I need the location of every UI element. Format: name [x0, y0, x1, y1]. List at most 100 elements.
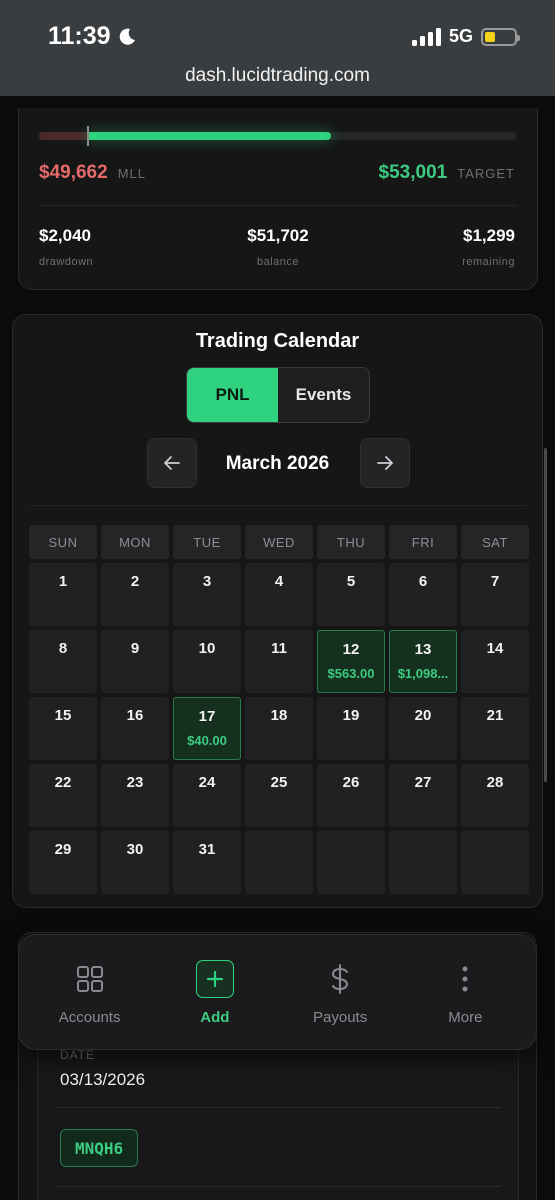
grid-icon [76, 965, 103, 992]
nav-accounts[interactable]: Accounts [35, 959, 145, 1026]
balance-card: $49,662 MLL $53,001 TARGET $2,040 drawdo… [18, 108, 538, 290]
day-number: 9 [130, 640, 140, 657]
weekday-header: SAT [461, 525, 529, 559]
day-number: 18 [270, 707, 288, 724]
day-number: 11 [271, 640, 287, 657]
day-number: 26 [342, 774, 360, 791]
day-number: 24 [198, 774, 216, 791]
network-label: 5G [448, 26, 473, 46]
calendar-divider [29, 505, 526, 506]
calendar-day[interactable]: 11 [245, 630, 313, 693]
calendar-day[interactable]: 3 [173, 563, 241, 626]
status-time: 11:39 [48, 22, 137, 51]
day-number: 25 [270, 774, 288, 791]
calendar-day[interactable]: 16 [101, 697, 169, 760]
mll-group: $49,662 MLL [39, 162, 146, 184]
day-number: 19 [342, 707, 360, 724]
more-vertical-icon [462, 966, 468, 991]
calendar-day[interactable]: 15 [29, 697, 97, 760]
target-progress-bar [39, 126, 517, 146]
day-number: 6 [418, 573, 428, 590]
calendar-day[interactable]: 12 $563.00 [317, 630, 385, 693]
calendar-day[interactable]: 4 [245, 563, 313, 626]
calendar-day[interactable]: 24 [173, 764, 241, 827]
day-number: 1 [58, 573, 68, 590]
detail-divider [57, 1107, 501, 1108]
scrollbar[interactable] [544, 448, 547, 782]
calendar-day[interactable]: 6 [389, 563, 457, 626]
calendar-day[interactable]: 22 [29, 764, 97, 827]
day-number: 10 [198, 640, 216, 657]
next-month-button[interactable] [360, 438, 410, 488]
calendar-day[interactable]: 21 [461, 697, 529, 760]
calendar-day[interactable]: 14 [461, 630, 529, 693]
target-value: $53,001 [378, 162, 448, 183]
nav-label: Accounts [58, 1008, 121, 1026]
weekday-header: TUE [173, 525, 241, 559]
battery-icon [481, 27, 520, 46]
day-number: 22 [54, 774, 72, 791]
calendar-day[interactable]: 13 $1,098... [389, 630, 457, 693]
calendar-title: Trading Calendar [195, 330, 360, 352]
calendar-day[interactable]: 18 [245, 697, 313, 760]
day-pnl: $563.00 [327, 666, 375, 681]
tab-events[interactable]: Events [278, 368, 369, 422]
day-number: 12 [342, 641, 360, 658]
day-number: 17 [198, 708, 216, 725]
calendar-day[interactable]: 1 [29, 563, 97, 626]
calendar-day[interactable]: 9 [101, 630, 169, 693]
nav-label: Add [200, 1008, 230, 1026]
status-indicators: 5G [411, 26, 520, 47]
calendar-day[interactable]: 30 [101, 831, 169, 894]
stat-label: remaining [462, 256, 515, 268]
nav-label: Payouts [313, 1008, 368, 1026]
day-number: 5 [346, 573, 356, 590]
date-label: DATE [60, 1048, 96, 1062]
moon-icon [119, 28, 135, 45]
calendar-empty-cell [245, 831, 313, 894]
calendar-day[interactable]: 20 [389, 697, 457, 760]
calendar-day[interactable]: 19 [317, 697, 385, 760]
calendar-day[interactable]: 7 [461, 563, 529, 626]
weekday-header: MON [101, 525, 169, 559]
calendar-day[interactable]: 17 $40.00 [173, 697, 241, 760]
nav-payouts[interactable]: Payouts [285, 959, 395, 1026]
day-number: 8 [58, 640, 68, 657]
calendar-grid: SUN MON TUE WED THU FRI SAT 1 2 3 4 5 6 7 8 9 10 11 12 $563… [29, 525, 529, 894]
calendar-day[interactable]: 23 [101, 764, 169, 827]
weekday-header: THU [317, 525, 385, 559]
stat-remaining: $1,299 remaining [462, 226, 515, 268]
day-number: 23 [126, 774, 144, 791]
calendar-day[interactable]: 10 [173, 630, 241, 693]
day-number: 31 [198, 841, 216, 858]
nav-add[interactable]: Add [160, 959, 270, 1026]
day-pnl: $1,098... [397, 666, 449, 681]
calendar-day[interactable]: 26 [317, 764, 385, 827]
mll-label: MLL [117, 166, 146, 181]
day-number: 27 [414, 774, 432, 791]
calendar-day[interactable]: 25 [245, 764, 313, 827]
calendar-empty-cell [461, 831, 529, 894]
tab-pnl[interactable]: PNL [187, 368, 278, 422]
signal-icon [411, 27, 441, 46]
calendar-day[interactable]: 2 [101, 563, 169, 626]
mll-value: $49,662 [39, 162, 108, 183]
target-group: $53,001 TARGET [379, 162, 515, 184]
day-number: 30 [126, 841, 144, 858]
calendar-day[interactable]: 8 [29, 630, 97, 693]
calendar-day[interactable]: 28 [461, 764, 529, 827]
progress-loss-zone [39, 132, 87, 140]
nav-more[interactable]: More [410, 959, 520, 1026]
calendar-day[interactable]: 27 [389, 764, 457, 827]
time-text: 11:39 [48, 22, 111, 50]
day-number: 2 [130, 573, 140, 590]
calendar-day[interactable]: 29 [29, 831, 97, 894]
day-number: 14 [486, 640, 504, 657]
day-number: 15 [54, 707, 72, 724]
calendar-day[interactable]: 31 [173, 831, 241, 894]
url-bar[interactable]: dash.lucidtrading.com [0, 65, 555, 87]
day-number: 29 [54, 841, 72, 858]
calendar-day[interactable]: 5 [317, 563, 385, 626]
date-value: 03/13/2026 [60, 1070, 146, 1089]
progress-marker [86, 126, 89, 146]
